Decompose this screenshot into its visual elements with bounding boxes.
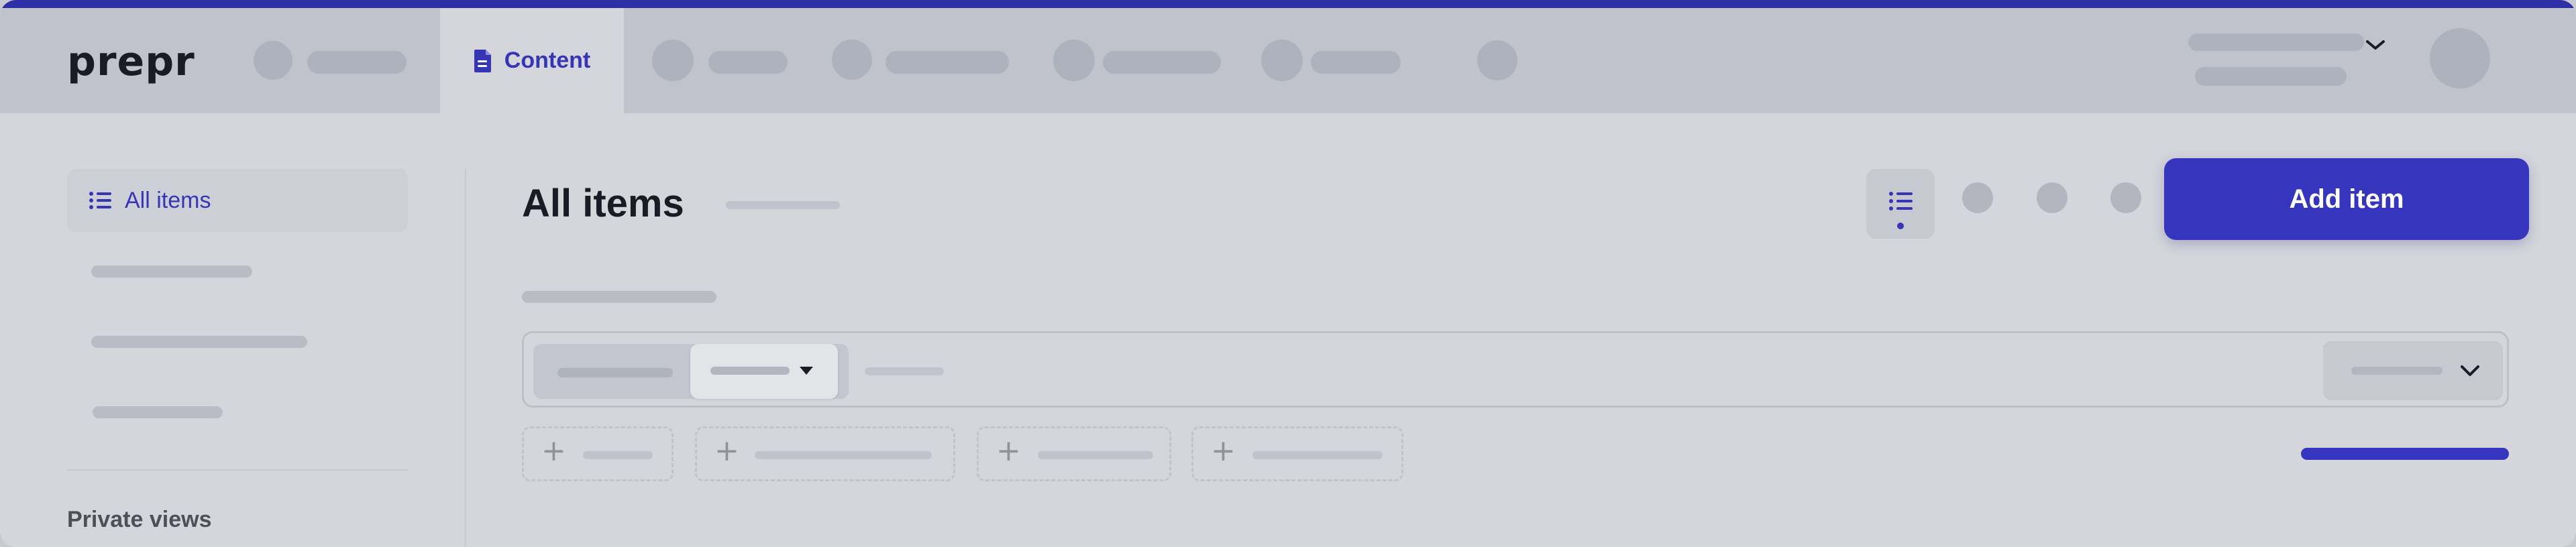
user-avatar[interactable] [2430,28,2490,88]
add-item-button[interactable]: Add item [2164,158,2529,240]
tab-content[interactable]: Content [440,8,624,113]
sidebar-item-label: All items [125,187,211,213]
sidebar-divider [67,469,408,471]
prepr-logo[interactable]: prepr [67,42,195,82]
chip-label [755,451,932,459]
view-option-4-icon[interactable] [2110,182,2141,213]
top-accent-line [0,0,2576,8]
section-label-placeholder [522,291,716,303]
add-filter-chip-1[interactable]: + [522,426,674,481]
nav-item-4-icon[interactable] [832,40,872,80]
chip-label [1038,451,1153,459]
add-filter-chip-2[interactable]: + [695,426,955,481]
sidebar-item-4[interactable] [93,406,223,418]
plus-icon: + [1211,434,1236,468]
nav-item-6-icon[interactable] [1261,40,1303,81]
plus-icon: + [714,434,739,468]
list-icon [89,192,111,209]
nav-item-1-label[interactable] [307,51,407,74]
nav-item-6-label[interactable] [1311,51,1401,74]
tab-content-label: Content [504,48,591,73]
nav-item-5-label[interactable] [1103,51,1221,74]
filter-dropdown-label [710,367,790,375]
caret-down-icon [800,367,813,375]
plus-icon: + [996,434,1021,468]
filter-segment-label [557,368,673,377]
app-window: prepr Content All items Private views Al… [0,0,2576,547]
sort-dropdown-label [2351,367,2443,375]
sidebar-item-2[interactable] [91,265,252,278]
chevron-down-icon[interactable] [2364,38,2387,52]
nav-item-3-label[interactable] [708,51,788,74]
list-icon [1889,192,1913,210]
top-navigation-bar: prepr [0,8,2576,113]
loading-progress-bar [2301,448,2509,460]
sidebar-section-title: Private views [67,507,212,532]
add-filter-chip-3[interactable]: + [977,426,1171,481]
chevron-down-icon [2461,365,2479,376]
chip-label [583,451,653,459]
view-option-2-icon[interactable] [1962,182,1993,213]
item-count-placeholder [726,201,840,209]
filter-dropdown[interactable] [690,344,838,399]
sidebar-item-all-items[interactable]: All items [67,169,408,232]
sort-dropdown[interactable] [2323,341,2503,400]
add-filter-chip-4[interactable]: + [1191,426,1403,481]
page-title: All items [522,182,684,225]
nav-item-7-icon[interactable] [1477,40,1517,80]
user-role-placeholder [2195,67,2347,86]
user-name-placeholder[interactable] [2188,34,2364,51]
list-view-button[interactable] [1866,169,1935,239]
filter-bar [522,331,2509,408]
document-icon [474,49,491,72]
filter-search-placeholder[interactable] [865,367,944,375]
view-option-3-icon[interactable] [2037,182,2068,213]
nav-item-3-icon[interactable] [652,40,694,81]
nav-item-5-icon[interactable] [1053,40,1095,81]
active-view-indicator [1897,223,1904,229]
plus-icon: + [541,434,566,468]
nav-item-4-label[interactable] [885,51,1009,74]
sidebar-main-divider [465,169,466,547]
chip-label [1252,451,1383,459]
sidebar-item-3[interactable] [91,336,307,348]
nav-item-1-icon[interactable] [254,41,292,80]
